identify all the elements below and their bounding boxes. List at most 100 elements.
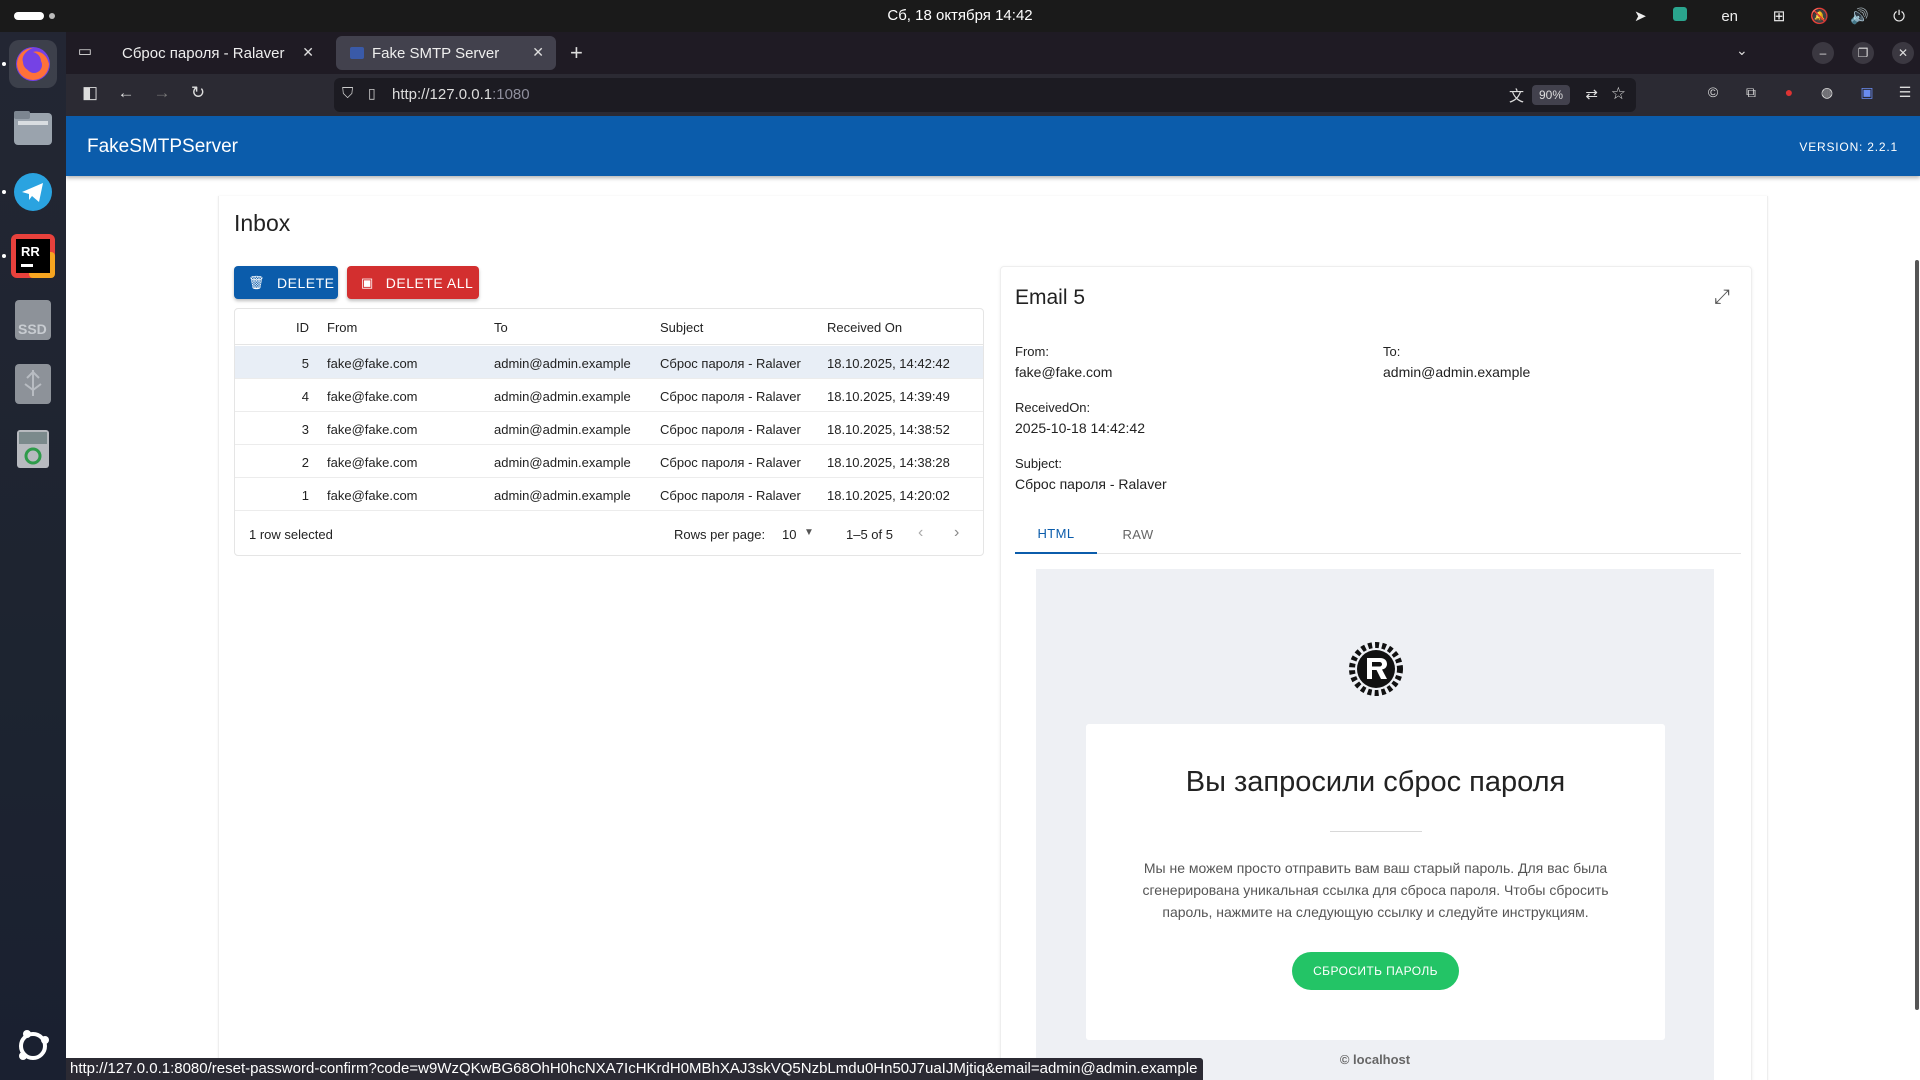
- email-heading: Вы запросили сброс пароля: [1185, 766, 1566, 798]
- close-tab-icon[interactable]: ✕: [302, 44, 314, 61]
- app-tray-icon[interactable]: [1671, 7, 1689, 25]
- table-row[interactable]: 4 fake@fake.com admin@admin.example Сбро…: [235, 379, 983, 412]
- column-header-subject[interactable]: Subject: [660, 320, 703, 335]
- expand-icon[interactable]: ⤢: [1714, 286, 1730, 309]
- cell-subject: Сброс пароля - Ralaver: [660, 488, 801, 503]
- usb-drive-icon[interactable]: [9, 360, 57, 408]
- translate-icon[interactable]: 文: [1509, 85, 1524, 106]
- system-tray: ➤ en ⊞ 🔕 🔊 ⏻: [1631, 0, 1908, 32]
- table-row[interactable]: 5 fake@fake.com admin@admin.example Сбро…: [235, 346, 983, 379]
- cell-to: admin@admin.example: [494, 356, 631, 371]
- cell-to: admin@admin.example: [494, 455, 631, 470]
- rust-logo-icon: [1349, 642, 1403, 696]
- email-view-tabs: HTML RAW: [1015, 514, 1741, 554]
- received-value: 2025-10-18 14:42:42: [1015, 420, 1145, 436]
- running-indicator: [2, 190, 6, 194]
- table-row[interactable]: 2 fake@fake.com admin@admin.example Сбро…: [235, 445, 983, 478]
- link-status-bar: http://127.0.0.1:8080/reset-password-con…: [66, 1058, 1204, 1080]
- cell-received: 18.10.2025, 14:38:52: [827, 422, 950, 437]
- list-all-tabs-icon[interactable]: ⌄: [1736, 42, 1748, 59]
- zoom-level[interactable]: 90%: [1531, 85, 1570, 105]
- ublock-icon[interactable]: ●: [1778, 84, 1800, 106]
- ssd-drive-icon[interactable]: SSD: [9, 296, 57, 344]
- trash-icon[interactable]: [9, 424, 57, 472]
- rustrover-icon[interactable]: RR: [9, 232, 57, 280]
- table-row[interactable]: 3 fake@fake.com admin@admin.example Сбро…: [235, 412, 983, 445]
- extensions-icon[interactable]: ⧉: [1740, 84, 1762, 106]
- page-scrollbar[interactable]: [1912, 176, 1920, 1080]
- mail-favicon-icon: [350, 47, 364, 59]
- cell-subject: Сброс пароля - Ralaver: [660, 389, 801, 404]
- bookmark-star-icon[interactable]: ☆: [1611, 84, 1626, 104]
- tab-raw[interactable]: RAW: [1097, 514, 1179, 554]
- close-window-icon[interactable]: ✕: [1892, 42, 1914, 64]
- keyboard-layout[interactable]: en: [1721, 8, 1738, 25]
- tab-fake-smtp[interactable]: Fake SMTP Server ✕: [336, 36, 556, 70]
- tracking-protection-icon[interactable]: ⛉: [342, 85, 353, 102]
- column-header-id[interactable]: ID: [277, 320, 309, 335]
- translator-icon[interactable]: ▣: [1856, 84, 1878, 106]
- restore-icon[interactable]: ❐: [1852, 42, 1874, 64]
- folder-delete-icon: ▣: [361, 274, 374, 290]
- power-icon[interactable]: ⏻: [1890, 8, 1908, 25]
- email-title: Email 5: [1015, 286, 1086, 309]
- reload-icon[interactable]: ↻: [186, 83, 210, 107]
- delete-button[interactable]: 🗑 DELETE: [234, 266, 338, 299]
- running-indicator: [2, 254, 6, 258]
- telegram-icon[interactable]: [9, 168, 57, 216]
- rows-per-page-select[interactable]: 10: [782, 527, 796, 542]
- next-page-icon[interactable]: ›: [954, 524, 959, 542]
- cell-id: 2: [301, 455, 309, 470]
- column-header-received[interactable]: Received On: [827, 320, 902, 335]
- cell-to: admin@admin.example: [494, 422, 631, 437]
- inbox-table: ID From To Subject Received On 5 fake@fa…: [234, 308, 984, 556]
- reset-password-button[interactable]: СБРОСИТЬ ПАРОЛЬ: [1292, 952, 1459, 990]
- cell-subject: Сброс пароля - Ralaver: [660, 455, 801, 470]
- minimize-icon[interactable]: –: [1812, 42, 1834, 64]
- selection-count: 1 row selected: [249, 527, 333, 542]
- sidebar-toggle-icon[interactable]: ◧: [78, 83, 102, 107]
- browser-tab-bar: ▭ Сброс пароля - Ralaver ✕ Fake SMTP Ser…: [66, 32, 1920, 74]
- cell-from: fake@fake.com: [327, 356, 418, 371]
- close-tab-icon[interactable]: ✕: [532, 44, 544, 61]
- tab-overview-icon[interactable]: ▭: [74, 42, 96, 64]
- firefox-icon[interactable]: [9, 40, 57, 88]
- cell-from: fake@fake.com: [327, 389, 418, 404]
- url-text[interactable]: http://127.0.0.1:1080: [392, 86, 530, 103]
- tab-html[interactable]: HTML: [1015, 514, 1097, 554]
- volume-icon[interactable]: 🔊: [1850, 7, 1869, 25]
- notifications-muted-icon[interactable]: 🔕: [1810, 7, 1829, 25]
- svg-text:RR: RR: [21, 244, 40, 259]
- extension-c-icon[interactable]: ©: [1702, 84, 1724, 106]
- to-label: To:: [1383, 344, 1401, 359]
- page-info-icon[interactable]: ▯: [368, 85, 376, 102]
- forward-icon[interactable]: →: [150, 83, 174, 107]
- telegram-tray-icon[interactable]: ➤: [1631, 7, 1649, 25]
- address-bar[interactable]: ⛉ ▯ http://127.0.0.1:1080 文 90% ⇄ ☆: [334, 78, 1636, 112]
- show-apps-icon[interactable]: [9, 1022, 57, 1070]
- previous-page-icon[interactable]: ‹: [918, 524, 923, 542]
- network-icon[interactable]: ⊞: [1770, 7, 1788, 25]
- globe-icon[interactable]: ◍: [1816, 84, 1838, 106]
- cell-received: 18.10.2025, 14:20:02: [827, 488, 950, 503]
- scrollbar-thumb[interactable]: [1915, 260, 1919, 1010]
- files-icon[interactable]: [9, 104, 57, 152]
- column-header-to[interactable]: To: [494, 320, 508, 335]
- pagination-range: 1–5 of 5: [846, 527, 893, 542]
- browser-nav-bar: ◧ ← → ↻ ⛉ ▯ http://127.0.0.1:1080 文 90% …: [66, 74, 1920, 116]
- to-value: admin@admin.example: [1383, 364, 1531, 380]
- delete-all-button[interactable]: ▣ DELETE ALL: [347, 266, 479, 299]
- translate-page-icon[interactable]: ⇄: [1585, 85, 1598, 103]
- tab-password-reset[interactable]: Сброс пароля - Ralaver ✕: [108, 36, 326, 70]
- back-icon[interactable]: ←: [114, 83, 138, 107]
- column-header-from[interactable]: From: [327, 320, 357, 335]
- table-row[interactable]: 1 fake@fake.com admin@admin.example Сбро…: [235, 478, 983, 511]
- caret-down-icon[interactable]: ▼: [804, 527, 814, 538]
- cell-from: fake@fake.com: [327, 422, 418, 437]
- page-viewport: FakeSMTPServer VERSION: 2.2.1 Inbox 🗑 DE…: [66, 116, 1920, 1080]
- menu-icon[interactable]: ☰: [1894, 84, 1916, 106]
- received-label: ReceivedOn:: [1015, 400, 1091, 415]
- from-value: fake@fake.com: [1015, 364, 1113, 380]
- cell-id: 5: [301, 356, 309, 371]
- new-tab-button[interactable]: +: [570, 40, 583, 66]
